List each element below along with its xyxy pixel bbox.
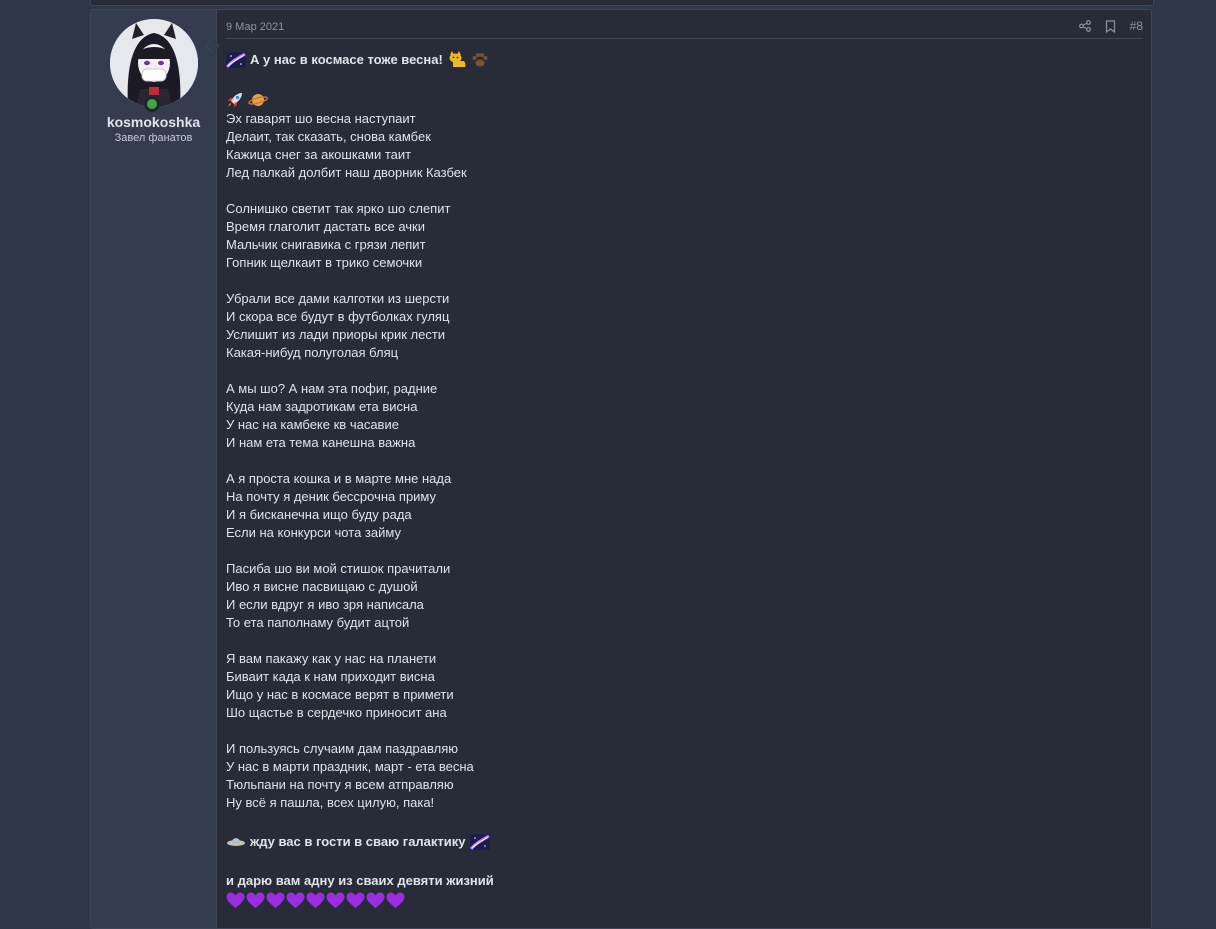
poem-line: Я вам пакажу как у нас на планети xyxy=(226,651,437,666)
poem-line: И пользуясь случаим дам паздравляю xyxy=(226,741,458,756)
purple-heart-icon xyxy=(306,892,325,909)
purple-heart-icon xyxy=(366,892,385,909)
emoji-row xyxy=(226,90,1143,110)
purple-heart-icon xyxy=(266,892,285,909)
poem-line: И скора все будут в футболках гуляц xyxy=(226,309,450,324)
cat-icon xyxy=(447,51,467,69)
username[interactable]: kosmokoshka xyxy=(91,114,216,130)
post-header: 9 Мар 2021 #8 xyxy=(226,10,1143,39)
galaxy-icon xyxy=(226,52,246,68)
bookmark-icon[interactable] xyxy=(1104,19,1118,33)
poem-line: Солнишко светит так ярко шо слепит xyxy=(226,201,451,216)
purple-heart-icon xyxy=(246,892,265,909)
poem-line: Лед палкай долбит наш дворник Казбек xyxy=(226,165,467,180)
poem-line: И если вдруг я иво зря написала xyxy=(226,597,424,612)
previous-post-edge xyxy=(90,0,1154,6)
purple-heart-icon xyxy=(326,892,345,909)
poem-line: Какая-нибуд полуголая бляц xyxy=(226,345,399,360)
poem-line: У нас в марти праздник, март - ета весна xyxy=(226,759,474,774)
purple-heart-icon xyxy=(386,892,405,909)
poem-line: Мальчик снигавика с грязи лепит xyxy=(226,237,426,252)
galaxy-icon xyxy=(469,834,490,850)
poem-line: Делаит, так сказать, снова камбек xyxy=(226,129,431,144)
poem-line: Убрали все дами калготки из шерсти xyxy=(226,291,450,306)
purple-heart-icon xyxy=(346,892,365,909)
poem-line: Пасиба шо ви мой стишок прачитали xyxy=(226,561,451,576)
poem-line: И я бисканечна ищо буду рада xyxy=(226,507,412,522)
post-user-cell: kosmokoshka Завел фанатов xyxy=(91,10,221,928)
invite-text: жду вас в гости в сваю галактику xyxy=(250,834,466,849)
invite-line: жду вас в гости в сваю галактику xyxy=(226,830,1143,854)
poem-line: Кажица снег за акошками таит xyxy=(226,147,412,162)
poem-line: Услишит из лади приоры крик лести xyxy=(226,327,446,342)
gift-line: и дарю вам адну из сваих девяти жизний xyxy=(226,873,494,888)
poem-line: Время глаголит дастать все ачки xyxy=(226,219,425,234)
post-title-text: А у нас в космасе тоже весна! xyxy=(250,52,443,67)
hearts-row xyxy=(226,890,1143,910)
poem-line: Эх гаварят шо весна наступаит xyxy=(226,111,416,126)
paw-icon xyxy=(471,52,489,68)
post-number-link[interactable]: #8 xyxy=(1130,19,1143,33)
poem-line: А мы шо? А нам эта пофиг, радние xyxy=(226,381,438,396)
poem: Эх гаварят шо весна наступаит Делаит, так… xyxy=(226,110,1143,830)
rocket-icon xyxy=(226,91,244,109)
poem-line: Ищо у нас в космасе верят в примети xyxy=(226,687,454,702)
post-date[interactable]: 9 Мар 2021 xyxy=(226,21,284,33)
forum-post: kosmokoshka Завел фанатов 9 Мар 2021 #8 xyxy=(90,9,1152,929)
ufo-icon xyxy=(226,834,246,850)
user-title: Завел фанатов xyxy=(114,132,193,144)
poem-line: То ета паполнаму будит ацтой xyxy=(226,615,410,630)
poem-line: Куда нам задротикам ета висна xyxy=(226,399,418,414)
poem-line: У нас на камбеке кв часавие xyxy=(226,417,399,432)
purple-heart-icon xyxy=(226,892,245,909)
post-actions: #8 xyxy=(1078,19,1143,33)
poem-line: И нам ета тема канешна важна xyxy=(226,435,416,450)
poem-line: Ну всё я пашла, всех цилую, пака! xyxy=(226,795,435,810)
purple-heart-icon xyxy=(286,892,305,909)
poem-line: Иво я висне пасвищаю с душой xyxy=(226,579,418,594)
post-body: А у нас в космасе тоже весна! Эх гаварят… xyxy=(226,48,1143,910)
share-icon[interactable] xyxy=(1078,19,1092,33)
planet-icon xyxy=(248,91,268,109)
online-status-icon xyxy=(144,96,160,112)
user-cell-arrow xyxy=(204,37,221,54)
poem-line: На почту я деник бессрочна приму xyxy=(226,489,437,504)
poem-line: Если на конкурси чота займу xyxy=(226,525,401,540)
poem-line: Тюльпани на почту я всем атправляю xyxy=(226,777,454,792)
poem-line: Биваит када к нам приходит висна xyxy=(226,669,435,684)
poem-line: А я проста кошка и в марте мне нада xyxy=(226,471,452,486)
poem-line: Гопник щелкаит в трико семочки xyxy=(226,255,423,270)
poem-line: Шо щастье в сердечко приносит ана xyxy=(226,705,447,720)
avatar[interactable] xyxy=(110,19,198,107)
post-title-line: А у нас в космасе тоже весна! xyxy=(226,48,1143,72)
